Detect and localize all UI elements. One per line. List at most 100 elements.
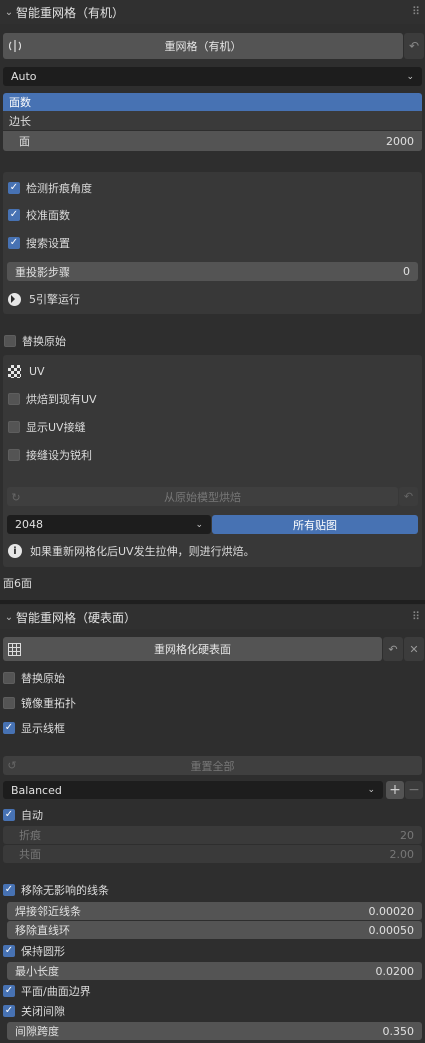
checkbox-label: 替换原始 (22, 335, 66, 348)
seams-sharp-checkbox[interactable]: 接缝设为锐利 (8, 445, 92, 465)
reproject-value: 0 (403, 265, 410, 278)
checkmark-icon: ✓ (3, 985, 15, 997)
checkmark-icon: ✓ (3, 722, 15, 734)
checkmark-icon: ✓ (8, 182, 20, 194)
undo-icon[interactable]: ↶ (399, 487, 418, 506)
chevron-down-icon: ⌄ (367, 785, 375, 795)
remesh-hard-label: 重网格化硬表面 (154, 643, 231, 656)
drag-handle-icon[interactable]: ⠿ (412, 5, 420, 18)
mode-select-value: Auto (11, 70, 37, 83)
list-item-edge-length[interactable]: 边长 (3, 111, 422, 130)
auto-checkbox[interactable]: ✓ 自动 (3, 805, 43, 825)
bake-existing-uv-checkbox[interactable]: 烘焙到现有UV (8, 389, 97, 409)
checkbox-label: 显示UV接缝 (26, 421, 86, 434)
calibrate-faces-checkbox[interactable]: ✓ 校准面数 (8, 205, 70, 225)
resolution-select[interactable]: 2048 ⌄ (7, 515, 211, 534)
list-item-face-count[interactable]: 面数 (3, 93, 422, 111)
show-wireframe-checkbox[interactable]: ✓ 显示线框 (3, 718, 65, 738)
flat-boundary-checkbox[interactable]: ✓ 平面/曲面边界 (3, 981, 91, 1001)
organic-panel-header[interactable]: ⌄ 智能重网格（有机） ⠿ (0, 0, 425, 24)
preset-value: Balanced (11, 783, 62, 797)
all-maps-label: 所有贴图 (293, 518, 337, 532)
show-uv-seams-checkbox[interactable]: 显示UV接缝 (8, 417, 86, 437)
faces-field[interactable]: 面 2000 (3, 131, 422, 151)
remesh-organic-button[interactable]: 重网格（有机） (3, 33, 403, 59)
chevron-down-icon: ⌄ (195, 519, 203, 530)
weld-value: 0.00020 (368, 904, 415, 918)
reproject-label: 重投影步骤 (15, 265, 70, 279)
mode-select[interactable]: Auto ⌄ (3, 67, 422, 86)
mirror-retopo-checkbox[interactable]: 镜像重拓扑 (3, 693, 76, 713)
checkbox-label: 镜像重拓扑 (21, 697, 76, 710)
bake-from-original-button[interactable]: 从原始模型烘焙 (7, 487, 398, 506)
checkbox-unchecked (8, 393, 20, 405)
organic-panel-title: 智能重网格（有机） (16, 5, 125, 20)
remesh-hard-button[interactable]: 重网格化硬表面 (3, 637, 382, 661)
hard-panel-title: 智能重网格（硬表面） (16, 610, 137, 625)
reset-all-button[interactable]: 重置全部 (3, 756, 422, 775)
remesh-icon (7, 38, 23, 54)
crease-field[interactable]: 折痕 20 (3, 826, 422, 844)
face-count-label: 面6面 (3, 577, 32, 590)
faces-field-label: 面 (19, 135, 30, 148)
chevron-down-icon: ⌄ (4, 611, 14, 623)
checkbox-unchecked (8, 449, 20, 461)
checkbox-label: 校准面数 (26, 209, 70, 222)
all-maps-button[interactable]: 所有贴图 (212, 515, 418, 534)
checkbox-label: 关闭间隙 (21, 1005, 65, 1018)
weld-field[interactable]: 焊接邻近线条 0.00020 (7, 902, 422, 920)
hard-panel-header[interactable]: ⌄ 智能重网格（硬表面） ⠿ (0, 605, 425, 629)
crease-value: 20 (400, 828, 414, 842)
close-icon[interactable]: ✕ (404, 637, 424, 661)
keep-round-checkbox[interactable]: ✓ 保持圆形 (3, 941, 65, 961)
checkbox-label: 替换原始 (21, 672, 65, 685)
replace-original-checkbox[interactable]: 替换原始 (4, 331, 66, 351)
checkbox-unchecked (3, 697, 15, 709)
checkmark-icon: ✓ (8, 237, 20, 249)
search-settings-checkbox[interactable]: ✓ 搜索设置 (8, 233, 70, 253)
info-message: i 如果重新网格化后UV发生拉伸，则进行烘焙。 (8, 542, 255, 560)
min-length-label: 最小长度 (15, 965, 59, 978)
coplanar-label: 共面 (19, 848, 41, 861)
resolution-value: 2048 (15, 518, 43, 531)
checkbox-label: 显示线框 (21, 722, 65, 735)
remove-straight-label: 移除直线环 (15, 924, 70, 937)
add-preset-icon[interactable]: + (386, 781, 404, 799)
gap-span-field[interactable]: 间隙跨度 0.350 (7, 1022, 422, 1040)
undo-icon[interactable]: ↶ (383, 637, 403, 661)
list-item-label: 面数 (9, 96, 31, 109)
faces-field-value: 2000 (386, 134, 414, 148)
checkbox-unchecked (8, 421, 20, 433)
checkbox-label: 接缝设为锐利 (26, 449, 92, 462)
checkbox-label: 搜索设置 (26, 237, 70, 250)
engine-text: 5引擎运行 (29, 293, 80, 306)
uv-header: UV (8, 362, 45, 380)
bake-button-label: 从原始模型烘焙 (164, 490, 241, 504)
engine-icon (8, 292, 21, 306)
undo-icon[interactable]: ↶ (404, 33, 424, 59)
min-length-value: 0.0200 (375, 964, 415, 978)
coplanar-value: 2.00 (389, 847, 415, 861)
engine-status: 5引擎运行 (8, 290, 80, 308)
checkmark-icon: ✓ (3, 809, 15, 821)
checkbox-label: 移除无影响的线条 (21, 884, 109, 897)
gap-span-label: 间隙跨度 (15, 1025, 59, 1038)
preset-select[interactable]: Balanced ⌄ (3, 781, 383, 799)
reproject-steps-field[interactable]: 重投影步骤 0 (7, 262, 418, 281)
detect-crease-checkbox[interactable]: ✓ 检测折痕角度 (8, 178, 92, 198)
min-length-field[interactable]: 最小长度 0.0200 (7, 962, 422, 980)
face-count-text: 面6面 (3, 574, 32, 592)
remove-straight-field[interactable]: 移除直线环 0.00050 (7, 921, 422, 939)
checkmark-icon: ✓ (8, 209, 20, 221)
checkbox-label: 保持圆形 (21, 945, 65, 958)
coplanar-field[interactable]: 共面 2.00 (3, 845, 422, 863)
info-icon: i (8, 544, 22, 558)
remove-edges-checkbox[interactable]: ✓ 移除无影响的线条 (3, 880, 109, 900)
drag-handle-icon[interactable]: ⠿ (412, 610, 420, 623)
close-gaps-checkbox[interactable]: ✓ 关闭间隙 (3, 1001, 65, 1021)
hard-replace-original-checkbox[interactable]: 替换原始 (3, 668, 65, 688)
checkmark-icon: ✓ (3, 1005, 15, 1017)
bake-icon: ↻ (11, 490, 21, 504)
chevron-down-icon: ⌄ (406, 71, 414, 82)
remove-preset-icon[interactable]: − (405, 781, 423, 799)
